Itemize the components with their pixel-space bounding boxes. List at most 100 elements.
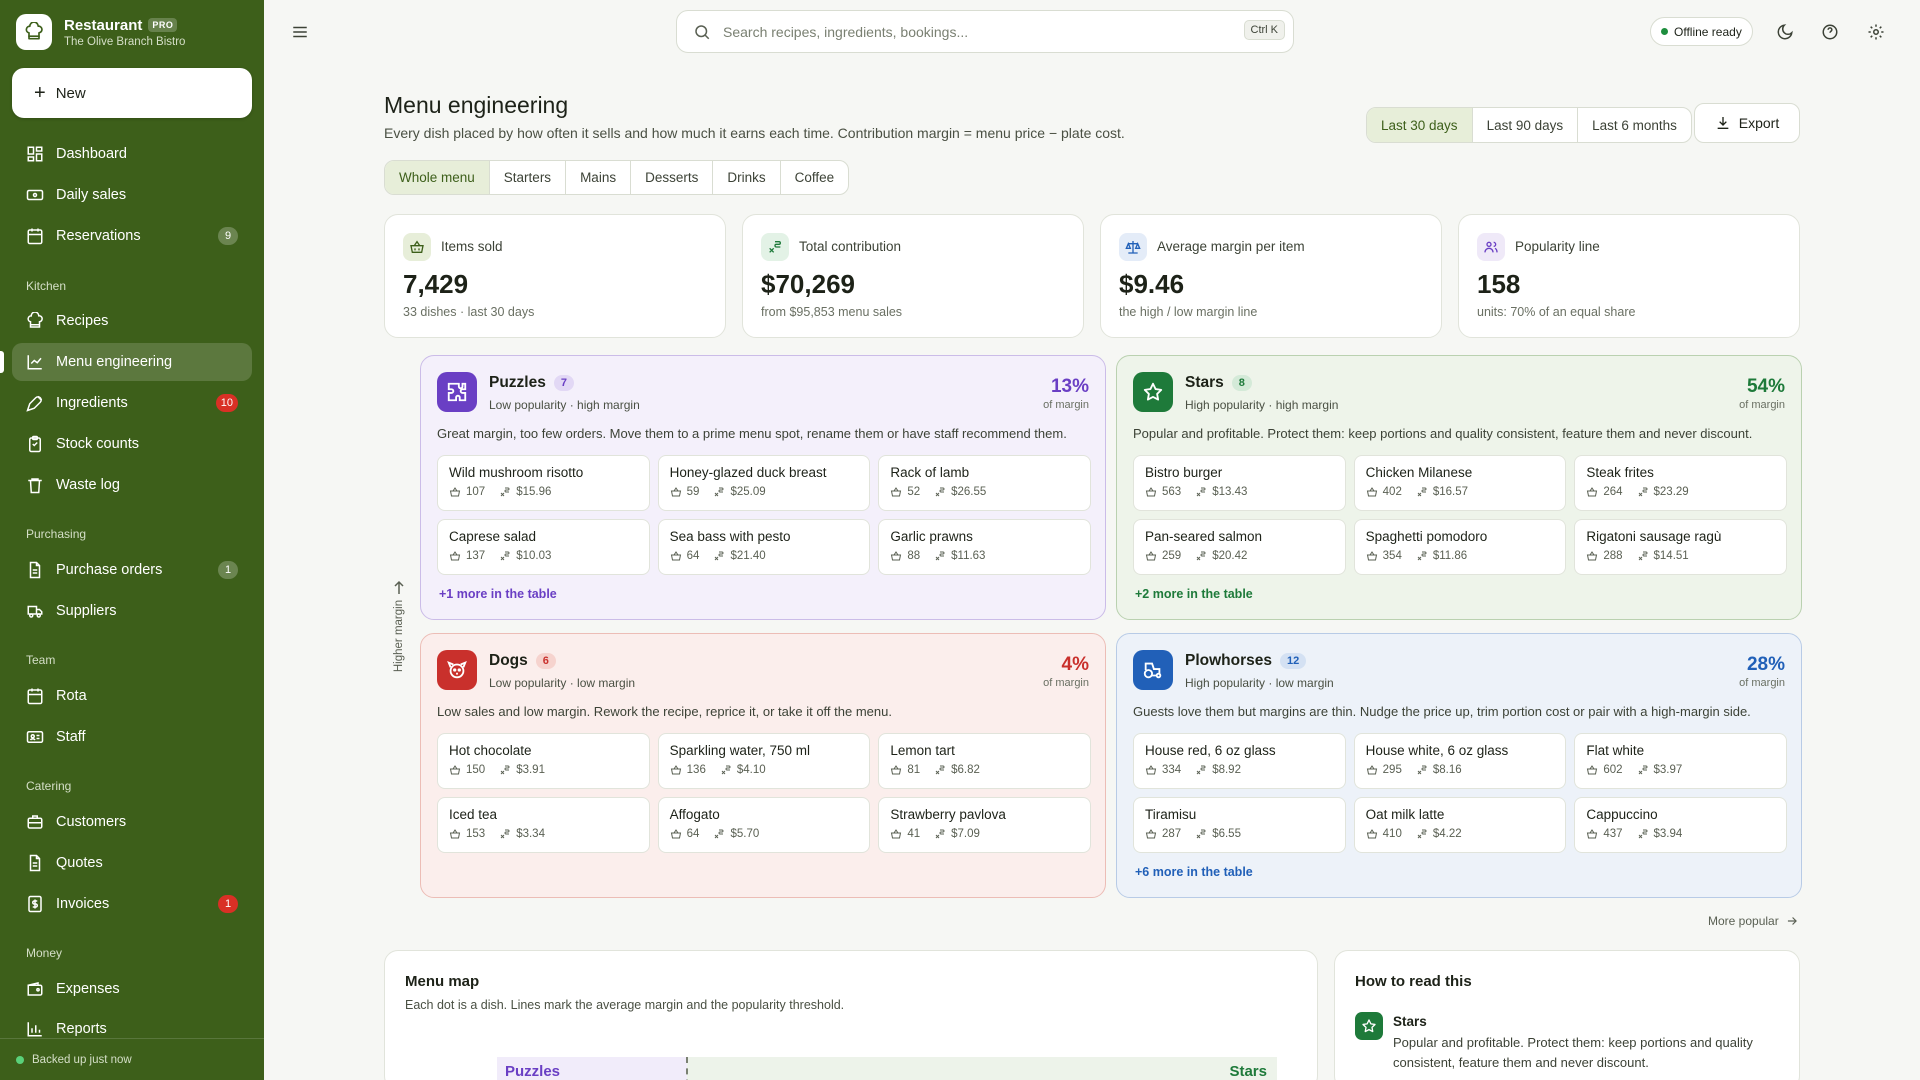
- tab-whole-menu[interactable]: Whole menu: [385, 161, 489, 194]
- sidebar-item-suppliers[interactable]: Suppliers: [12, 592, 252, 630]
- menu-toggle-button[interactable]: [288, 20, 312, 44]
- dish-name: Affogato: [669, 807, 720, 822]
- sidebar-item-purchase-orders[interactable]: Purchase orders 1: [12, 551, 252, 589]
- dish-card[interactable]: Cappuccino 437 $3.94: [1574, 797, 1787, 853]
- export-label: Export: [1738, 115, 1780, 131]
- dish-margin: $8.92: [1212, 764, 1241, 776]
- dish-card[interactable]: Steak frites 264 $23.29: [1574, 455, 1787, 511]
- stat-label: Average margin per item: [1157, 239, 1305, 254]
- basket-icon: [670, 486, 687, 498]
- range-90-days[interactable]: Last 90 days: [1471, 108, 1578, 142]
- theme-toggle-button[interactable]: [1773, 20, 1797, 44]
- range-30-days[interactable]: Last 30 days: [1367, 108, 1472, 142]
- dish-margin: $20.42: [1212, 550, 1248, 562]
- quadrant-description: Low popularity · low margin: [489, 676, 636, 690]
- clipboard-icon: [29, 435, 41, 453]
- settings-button[interactable]: [1864, 20, 1888, 44]
- dish-card[interactable]: Chicken Milanese 402 $16.57: [1353, 455, 1567, 511]
- sidebar-item-daily-sales[interactable]: Daily sales: [12, 176, 252, 214]
- new-button[interactable]: + New: [12, 68, 252, 118]
- help-button[interactable]: [1818, 20, 1842, 44]
- margin-axis-label: Higher margin: [393, 599, 405, 673]
- dish-margin: $10.03: [516, 550, 552, 562]
- quadrant-puzzles: Puzzles 7 Low popularity · high margin 13…: [420, 355, 1106, 620]
- dish-card[interactable]: Rack of lamb 52 $26.55: [878, 455, 1091, 511]
- dish-card[interactable]: Rigatoni sausage ragù 288 $14.51: [1574, 519, 1787, 575]
- dish-metrics: 563 $13.43: [1145, 486, 1334, 498]
- stat-note: the high / low margin line: [1119, 305, 1258, 319]
- dish-card[interactable]: Wild mushroom risotto 107 $15.96: [437, 455, 650, 511]
- sidebar-item-customers[interactable]: Customers: [12, 803, 252, 841]
- tab-starters[interactable]: Starters: [488, 161, 565, 194]
- dish-card[interactable]: Bistro burger 563 $13.43: [1133, 455, 1346, 511]
- more-in-table-link[interactable]: +2 more in the table: [1135, 587, 1253, 601]
- search-input[interactable]: [723, 23, 1203, 40]
- quadrant-description: Low popularity · high margin: [489, 398, 640, 412]
- coins-icon: [1195, 486, 1212, 498]
- dish-card[interactable]: Spaghetti pomodoro 354 $11.86: [1353, 519, 1567, 575]
- dish-card[interactable]: Sea bass with pesto 64 $21.40: [657, 519, 871, 575]
- dish-card[interactable]: House red, 6 oz glass 334 $8.92: [1133, 733, 1346, 789]
- dish-metrics: 59 $25.09: [670, 486, 859, 498]
- how-to-title: How to read this: [1355, 973, 1472, 990]
- tab-mains[interactable]: Mains: [565, 161, 630, 194]
- dish-card[interactable]: Iced tea 153 $3.34: [437, 797, 650, 853]
- cash-icon: [26, 189, 44, 201]
- dish-card[interactable]: Garlic prawns 88 $11.63: [878, 519, 1091, 575]
- dish-name: Cappuccino: [1586, 807, 1658, 822]
- dish-card[interactable]: Tiramisu 287 $6.55: [1133, 797, 1346, 853]
- dish-card[interactable]: Hot chocolate 150 $3.91: [437, 733, 650, 789]
- sidebar-item-expenses[interactable]: Expenses: [12, 970, 252, 1008]
- sidebar-item-ingredients[interactable]: Ingredients 10: [12, 384, 252, 422]
- sidebar-item-reservations[interactable]: Reservations 9: [12, 217, 252, 255]
- offline-status-badge[interactable]: Offline ready: [1650, 17, 1753, 46]
- quadrant-margin-label: of margin: [1739, 399, 1785, 411]
- stat-value: 158: [1477, 269, 1521, 299]
- dish-card[interactable]: Oat milk latte 410 $4.22: [1353, 797, 1567, 853]
- sidebar-item-menu-engineering[interactable]: Menu engineering: [12, 343, 252, 381]
- sidebar-item-waste-log[interactable]: Waste log: [12, 466, 252, 504]
- tab-drinks[interactable]: Drinks: [712, 161, 779, 194]
- stat-label: Popularity line: [1515, 239, 1600, 254]
- dish-card[interactable]: Honey-glazed duck breast 59 $25.09: [657, 455, 871, 511]
- dish-card[interactable]: Pan-seared salmon 259 $20.42: [1133, 519, 1346, 575]
- more-in-table-link[interactable]: +1 more in the table: [439, 587, 557, 601]
- range-6-months[interactable]: Last 6 months: [1577, 108, 1691, 142]
- sidebar-item-invoices[interactable]: Invoices 1: [12, 885, 252, 923]
- dish-card[interactable]: Caprese salad 137 $10.03: [437, 519, 650, 575]
- sidebar-item-rota[interactable]: Rota: [12, 677, 252, 715]
- export-button[interactable]: Export: [1694, 103, 1800, 143]
- sidebar-item-dashboard[interactable]: Dashboard: [12, 135, 252, 173]
- truck-icon: [27, 605, 43, 618]
- tab-coffee[interactable]: Coffee: [779, 161, 849, 194]
- sidebar-item-recipes[interactable]: Recipes: [12, 302, 252, 340]
- dish-card[interactable]: Lemon tart 81 $6.82: [878, 733, 1091, 789]
- dish-card[interactable]: House white, 6 oz glass 295 $8.16: [1353, 733, 1567, 789]
- brand[interactable]: Restaurant PRO The Olive Branch Bistro: [16, 14, 185, 50]
- dish-metrics: 295 $8.16: [1366, 764, 1555, 776]
- dish-card[interactable]: Affogato 64 $5.70: [657, 797, 871, 853]
- sidebar-item-quotes[interactable]: Quotes: [12, 844, 252, 882]
- margin-axis: Higher margin: [389, 580, 409, 676]
- dish-metrics: 52 $26.55: [890, 486, 1079, 498]
- dish-card[interactable]: Sparkling water, 750 ml 136 $4.10: [657, 733, 871, 789]
- dish-name: Lemon tart: [890, 743, 955, 758]
- quadrant-margin-share: 28%: [1746, 654, 1785, 675]
- basket-icon: [1586, 486, 1603, 498]
- search-bar[interactable]: Ctrl K: [676, 10, 1294, 53]
- coins-icon: [1195, 550, 1212, 562]
- sidebar-item-staff[interactable]: Staff: [12, 718, 252, 756]
- bar-chart-icon: [27, 1022, 42, 1037]
- more-in-table-link[interactable]: +6 more in the table: [1135, 865, 1253, 879]
- dashboard-icon: [27, 146, 43, 162]
- dish-metrics: 259 $20.42: [1145, 550, 1334, 562]
- dish-metrics: 334 $8.92: [1145, 764, 1334, 776]
- dish-margin: $6.82: [951, 764, 980, 776]
- dish-name: Tiramisu: [1145, 807, 1197, 822]
- dish-name: Strawberry pavlova: [890, 807, 1006, 822]
- sidebar-item-stock-counts[interactable]: Stock counts: [12, 425, 252, 463]
- tab-desserts[interactable]: Desserts: [630, 161, 712, 194]
- dish-metrics: 137 $10.03: [449, 550, 638, 562]
- dish-card[interactable]: Strawberry pavlova 41 $7.09: [878, 797, 1091, 853]
- dish-card[interactable]: Flat white 602 $3.97: [1574, 733, 1787, 789]
